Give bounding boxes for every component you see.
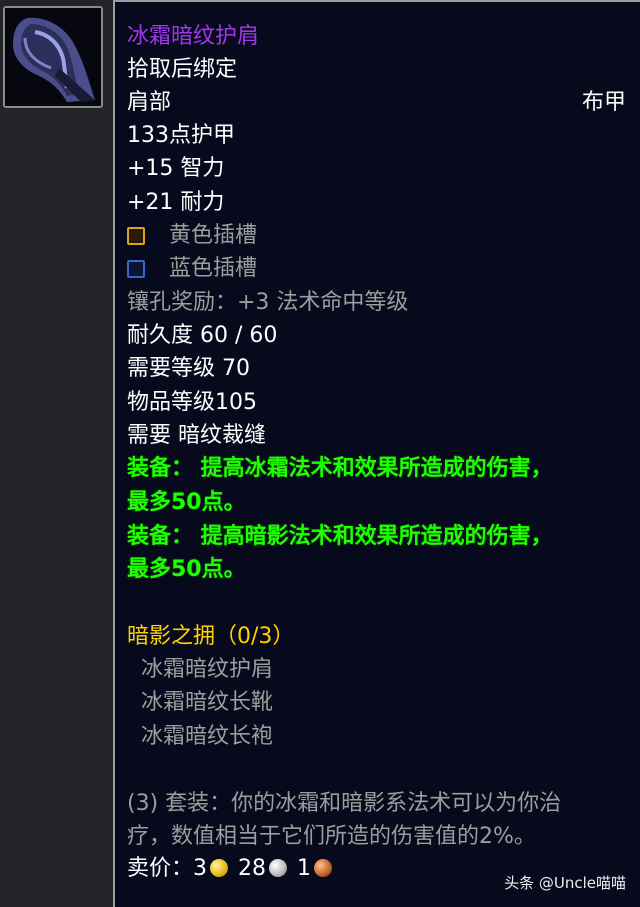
item-level: 物品等级105 [127, 390, 257, 415]
set-item: 冰霜暗纹护肩 [141, 657, 274, 682]
required-skill: 需要 暗纹裁缝 [127, 423, 266, 448]
blue-socket-icon [127, 260, 145, 278]
set-bonus-line2: 疗，数值相当于它们所造的伤害值的2%。 [127, 824, 536, 849]
gold-coin-icon [210, 859, 229, 877]
set-bonus-line1: (3) 套装：你的冰霜和暗影系法术可以为你治 [127, 791, 562, 816]
sell-silver-amount: 28 [238, 856, 267, 881]
sell-price-label: 卖价： [127, 856, 194, 881]
set-item: 冰霜暗纹长袍 [141, 724, 274, 749]
blue-socket: 蓝色插槽 [127, 254, 257, 284]
equip-effect-shadow-line1: 装备： 提高暗影法术和效果所造成的伤害， [127, 524, 553, 549]
item-icon-frame[interactable] [3, 6, 103, 108]
item-tooltip: 冰霜暗纹护肩 拾取后绑定 肩部 布甲 133点护甲 +15 智力 +21 耐力 … [113, 0, 640, 907]
watermark: 头条 @Uncle喵喵 [504, 874, 626, 892]
item-name: 冰霜暗纹护肩 [127, 24, 260, 49]
sell-copper-amount: 1 [297, 856, 312, 881]
durability: 耐久度 60 / 60 [127, 323, 278, 348]
set-name: 暗影之拥（0/3） [127, 624, 295, 649]
yellow-socket-icon [127, 227, 145, 245]
socket-bonus: 镶孔奖励：+3 法术命中等级 [127, 290, 409, 315]
silver-coin-icon [269, 859, 288, 877]
armor-value: 133点护甲 [127, 123, 235, 148]
equip-effect-shadow-line2: 最多50点。 [127, 557, 246, 582]
sell-price: 卖价：3 28 1 [127, 854, 335, 884]
sell-gold-amount: 3 [193, 856, 208, 881]
bind-type: 拾取后绑定 [127, 57, 238, 82]
equip-effect-frost-line2: 最多50点。 [127, 490, 246, 515]
stat-intellect: +15 智力 [127, 156, 225, 181]
set-item: 冰霜暗纹长靴 [141, 690, 274, 715]
yellow-socket-label: 黄色插槽 [169, 223, 258, 248]
copper-coin-icon [314, 859, 333, 877]
required-level: 需要等级 70 [127, 356, 250, 381]
item-slot: 肩部 [127, 90, 172, 115]
cloth-shoulder-icon [5, 8, 101, 106]
equip-effect-frost-line1: 装备： 提高冰霜法术和效果所造成的伤害， [127, 456, 553, 481]
blue-socket-label: 蓝色插槽 [169, 256, 258, 281]
armor-type: 布甲 [581, 90, 626, 115]
yellow-socket: 黄色插槽 [127, 221, 257, 251]
stat-stamina: +21 耐力 [127, 190, 225, 215]
